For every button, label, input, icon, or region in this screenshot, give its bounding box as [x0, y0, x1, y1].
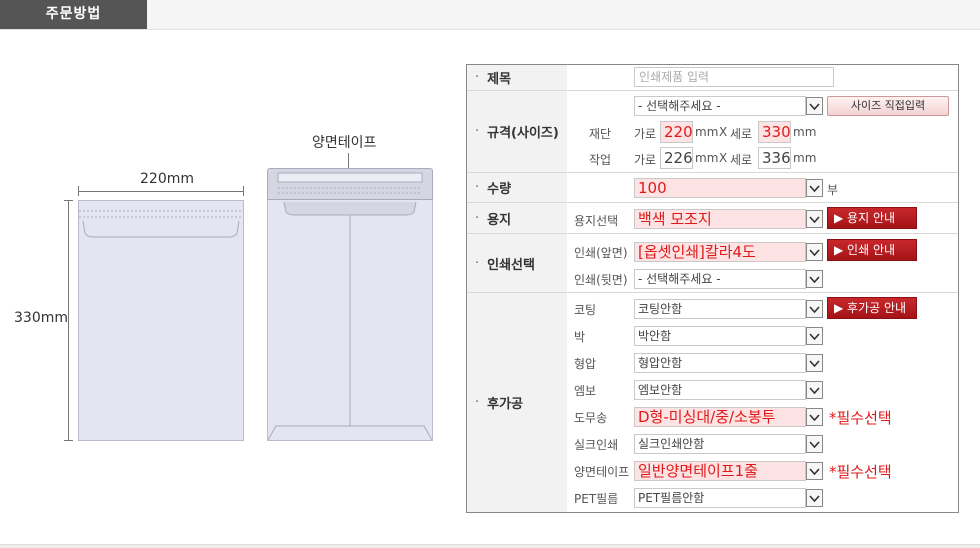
width-tick-left [78, 186, 79, 196]
height-tick-bottom [64, 440, 73, 441]
cut-width-unit: mm [695, 125, 719, 139]
work-width-input[interactable]: 226 [660, 147, 693, 169]
print-back-select-caret[interactable] [806, 270, 823, 288]
die-cut-select-caret[interactable] [806, 408, 823, 426]
cut-height-unit: mm [793, 125, 817, 139]
size-select[interactable]: - 선택해주세요 - [634, 96, 806, 116]
section-post-label: · 후가공 [467, 293, 567, 512]
foil-select-caret[interactable] [806, 327, 823, 345]
work-width-unit: mm [695, 151, 719, 165]
section-tab-order-method: 주문방법 [0, 0, 147, 29]
embo-select-caret[interactable] [806, 381, 823, 399]
work-width-label: 가로 [634, 153, 657, 167]
work-height-label: 세로 [730, 153, 753, 167]
silk-print-select[interactable]: 실크인쇄안함 [634, 434, 806, 454]
quantity-select-caret[interactable] [806, 179, 823, 197]
width-dimension-line [78, 191, 244, 192]
coating-select[interactable]: 코팅안함 [634, 299, 806, 319]
envelope-front [78, 200, 244, 441]
work-label: 작업 [589, 153, 612, 167]
work-x-sign: X [719, 151, 728, 165]
print-guide-button[interactable]: ▶ 인쇄 안내 [827, 239, 917, 261]
cut-height-label: 세로 [730, 127, 753, 141]
cut-x-sign: X [719, 125, 728, 139]
post-row-label: PET필름 [574, 492, 619, 506]
paper-select-caret[interactable] [806, 210, 823, 228]
section-paper: · 용지 용지선택 백색 모조지 ▶ 용지 안내 [467, 203, 958, 234]
pet-film-select[interactable]: PET필름안함 [634, 488, 806, 508]
footer-divider [0, 544, 980, 548]
cut-width-input[interactable]: 220 [660, 121, 693, 143]
section-print: · 인쇄선택 인쇄(앞면) [옵셋인쇄]칼라4도 ▶ 인쇄 안내 인쇄(뒷면) -… [467, 234, 958, 293]
paper-row-label: 용지선택 [574, 214, 619, 228]
height-dimension-label: 330mm [14, 310, 68, 326]
emboss-press-select-caret[interactable] [806, 354, 823, 372]
width-dimension-label: 220mm [140, 171, 194, 187]
tape-label: 양면테이프 [312, 135, 377, 151]
emboss-press-select[interactable]: 형압안함 [634, 353, 806, 373]
title-input[interactable]: 인쇄제품 입력 [634, 67, 834, 87]
print-front-label: 인쇄(앞면) [574, 246, 628, 260]
print-back-select[interactable]: - 선택해주세요 - [634, 269, 806, 289]
envelope-flap-tape [267, 168, 433, 200]
print-front-select[interactable]: [옵셋인쇄]칼라4도 [634, 242, 806, 262]
print-front-select-caret[interactable] [806, 243, 823, 261]
post-row-label: 실크인쇄 [574, 438, 619, 452]
tape-select-caret[interactable] [806, 462, 823, 480]
work-height-input[interactable]: 336 [758, 147, 791, 169]
custom-size-button[interactable]: 사이즈 직접입력 [827, 96, 949, 116]
order-form: · 제목 인쇄제품 입력 · 규격(사이즈) - 선택해주세요 - 사이즈 직접입력… [466, 64, 959, 513]
cut-height-input[interactable]: 330 [758, 121, 791, 143]
paper-select[interactable]: 백색 모조지 [634, 209, 806, 229]
section-quantity: · 수량 100 부 [467, 173, 958, 203]
post-row-label: 형압 [574, 357, 597, 371]
silk-print-select-caret[interactable] [806, 435, 823, 453]
section-title: · 제목 인쇄제품 입력 [467, 65, 958, 91]
section-post-processing: · 후가공 코팅 코팅안함 ▶ 후가공 안내 박 박안함 형압 형압안함 엠보 엠… [467, 293, 958, 512]
height-dimension-line [68, 200, 69, 441]
quantity-select[interactable]: 100 [634, 178, 806, 198]
post-row-label: 도무송 [574, 411, 608, 425]
section-quantity-label: · 수량 [467, 173, 567, 202]
tape-required-note: *필수선택 [829, 463, 892, 481]
post-row-label: 양면테이프 [574, 465, 630, 479]
header-bar: 주문방법 [0, 0, 980, 30]
tape-select[interactable]: 일반양면테이프1줄 [634, 461, 806, 481]
paper-guide-button[interactable]: ▶ 용지 안내 [827, 207, 917, 229]
post-row-label: 코팅 [574, 303, 597, 317]
pet-film-select-caret[interactable] [806, 489, 823, 507]
size-select-caret[interactable] [806, 97, 823, 115]
coating-select-caret[interactable] [806, 300, 823, 318]
post-guide-button[interactable]: ▶ 후가공 안내 [827, 297, 917, 319]
width-tick-right [243, 186, 244, 196]
section-print-label: · 인쇄선택 [467, 234, 567, 292]
envelope-back [267, 199, 433, 441]
print-back-label: 인쇄(뒷면) [574, 273, 628, 287]
quantity-unit: 부 [827, 183, 839, 197]
embo-select[interactable]: 엠보안함 [634, 380, 806, 400]
cut-label: 재단 [589, 127, 612, 141]
die-cut-required-note: *필수선택 [829, 409, 892, 427]
post-row-label: 엠보 [574, 384, 597, 398]
section-size: · 규격(사이즈) - 선택해주세요 - 사이즈 직접입력 재단 가로 220 m… [467, 91, 958, 173]
cut-width-label: 가로 [634, 127, 657, 141]
die-cut-select[interactable]: D형-미싱대/중/소봉투 [634, 407, 806, 427]
section-size-label: · 규격(사이즈) [467, 91, 567, 172]
post-row-label: 박 [574, 330, 586, 344]
section-title-label: · 제목 [467, 65, 567, 90]
height-tick-top [64, 200, 73, 201]
work-height-unit: mm [793, 151, 817, 165]
foil-select[interactable]: 박안함 [634, 326, 806, 346]
section-paper-label: · 용지 [467, 203, 567, 233]
